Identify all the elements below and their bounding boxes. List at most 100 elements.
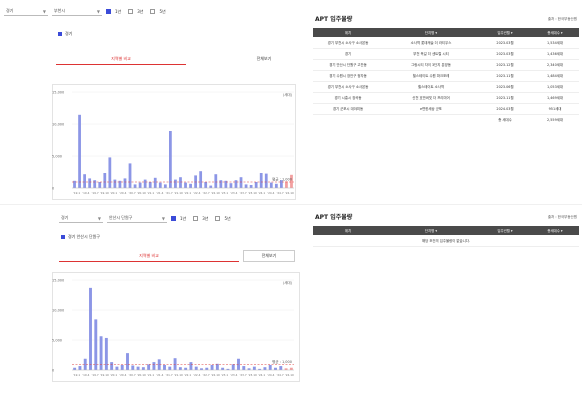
region-select[interactable]: 경기 ▼ (4, 7, 48, 16)
table-row[interactable]: 경기 부천시 소사구 소사본동 힐스테이트 소사역 2023.06월 1,053세대 (313, 81, 579, 93)
table-cell: 2023.03월 (479, 37, 531, 49)
bar (93, 180, 97, 188)
district-select[interactable]: 안산시 단원구 ▼ (107, 214, 167, 223)
period-1y-checkbox[interactable] (171, 216, 176, 221)
x-tick-label: '19.1 (73, 373, 80, 377)
top-table-panel: APT 입주물량 출처 : 한국부동산원 위치 단지명 ▾ 입주년월 ▾ 총세대… (311, 4, 579, 176)
table-cell: 2,340세대 (531, 59, 579, 71)
table-title: APT 입주물량 (315, 16, 353, 23)
bar (184, 182, 187, 188)
col-date[interactable]: 입주년월 ▾ (479, 28, 531, 37)
table-row[interactable]: 경기 시흥시 장곡동 신천 호반써밋 더 프리미어 2023.11월 1,469세대 (313, 92, 579, 104)
table-row[interactable]: 경기 수원시 장안구 정자동 힐스테이트 수원 파크포레 2023.11월 1,484… (313, 70, 579, 82)
x-tick-label: '20.4 (119, 191, 126, 195)
bar (104, 337, 108, 370)
bar (78, 114, 81, 188)
bar (268, 364, 272, 370)
x-tick-label: '20.10 (137, 191, 146, 195)
bar (168, 131, 172, 188)
x-tick-label: '22.4 (193, 191, 200, 195)
x-tick-label: '19.7 (92, 191, 99, 195)
table-row[interactable]: 경기 부천 옥길 더 센트럴 시티 2023.03월 1,436세대 (313, 48, 579, 60)
y-tick-label: 15,000 (52, 91, 64, 95)
x-tick-label: '24.7 (277, 373, 284, 377)
average-label: 평균 : 1,000 (272, 177, 292, 182)
top-viewall-button[interactable]: 전체보기 (242, 53, 286, 65)
period-3y-checkbox[interactable] (128, 9, 134, 14)
bar (94, 319, 98, 370)
table-cell: 신천 호반써밋 더 프리미어 (383, 92, 479, 104)
period-3y-checkbox[interactable] (193, 216, 199, 221)
table-cell: 2023.11월 (479, 70, 531, 82)
bar (199, 171, 203, 188)
table-cell: 힐스테이트 소사역 (383, 81, 479, 93)
bottom-legend: 경기 안산시 단원구 (61, 234, 100, 240)
y-tick-label: 5,000 (52, 155, 62, 159)
table-cell: 2023.11월 (479, 92, 531, 104)
average-label: 평균 : 1,000 (272, 359, 292, 364)
bar (285, 181, 288, 188)
period-1y-checkbox[interactable] (106, 9, 111, 14)
table-cell: 1,469세대 (531, 92, 579, 104)
bar (153, 177, 157, 188)
table-cell: 2023.03월 (479, 48, 531, 60)
bar (284, 368, 288, 370)
bar (189, 183, 192, 188)
x-tick-label: '23.10 (248, 191, 257, 195)
col-date[interactable]: 입주년월 ▾ (479, 226, 531, 235)
x-tick-label: '19.7 (92, 373, 99, 377)
table-cell: 경기 부천시 소사구 소사본동 (313, 37, 383, 49)
x-tick-label: '23.7 (240, 373, 247, 377)
table-row[interactable]: 경기 군포시 대야미동 e편한세상 군포 2024.03월 951세대 (313, 103, 579, 115)
col-complex[interactable]: 단지명 ▾ (383, 226, 479, 235)
bar (269, 182, 273, 188)
x-tick-label: '22.4 (193, 373, 200, 377)
bar (178, 367, 182, 370)
chevron-down-icon: ▼ (42, 8, 46, 14)
x-tick-label: '19.4 (82, 373, 89, 377)
x-tick-label: '22.10 (211, 373, 220, 377)
period-5y-checkbox[interactable] (150, 9, 156, 14)
x-tick-label: '24.4 (267, 191, 274, 195)
top-compare-button[interactable]: 지역별 비교 (56, 53, 186, 65)
empty-message: 해당 조건의 입주물량이 없습니다. (313, 235, 579, 247)
bar (254, 182, 258, 188)
table-row[interactable]: 경기 안산시 단원구 고잔동 그랑시티 자이 3단지 분양동 2023.12월 2,3… (313, 59, 579, 71)
table-cell: 1,436세대 (531, 48, 579, 60)
bar (259, 173, 263, 188)
bar (179, 177, 182, 188)
bar (113, 179, 117, 188)
x-tick-label: '23.1 (221, 373, 228, 377)
bar (219, 180, 223, 188)
bottom-table-panel: APT 입주물량 출처 : 한국부동산원 위치 단지명 ▾ 입주년월 ▾ 총세대… (311, 210, 579, 270)
table-cell: 경기 군포시 대야미동 (313, 103, 383, 115)
period-5y-checkbox[interactable] (215, 216, 221, 221)
bar (174, 179, 177, 188)
x-tick-label: '23.7 (240, 191, 247, 195)
table-summary-row: 총 세대수 2,559세대 (313, 114, 579, 125)
col-units[interactable]: 총세대수 ▾ (531, 226, 579, 235)
bar (205, 367, 209, 370)
col-units[interactable]: 총세대수 ▾ (531, 28, 579, 37)
region-select[interactable]: 경기 ▼ (59, 214, 103, 223)
table-unit: 출처 : 한국부동산원 (547, 17, 577, 21)
bar (229, 183, 233, 188)
x-tick-label: '24.1 (258, 191, 265, 195)
col-complex[interactable]: 단지명 ▾ (383, 28, 479, 37)
city-select[interactable]: 부천시 ▼ (52, 7, 102, 16)
bottom-compare-button[interactable]: 지역별 비교 (59, 250, 239, 262)
table-title: APT 입주물량 (315, 214, 353, 221)
y-tick-label: 0 (52, 187, 54, 191)
bar (249, 185, 253, 188)
table-cell: 1,484세대 (531, 70, 579, 82)
table-row[interactable]: 경기 부천시 소사구 소사본동 소사역 롯데캐슬 더 라티우스 2023.03월 1,… (313, 37, 579, 49)
period-1y-label: 1년 (115, 8, 122, 14)
table-cell: e편한세상 군포 (383, 103, 479, 115)
table-cell: 1,053세대 (531, 81, 579, 93)
x-tick-label: '19.10 (100, 373, 109, 377)
bar (231, 364, 235, 370)
bottom-viewall-button[interactable]: 전체보기 (243, 250, 295, 262)
period-3y-label: 3년 (202, 215, 209, 221)
table-cell: 경기 시흥시 장곡동 (313, 92, 383, 104)
chevron-down-icon: ▼ (96, 8, 100, 14)
